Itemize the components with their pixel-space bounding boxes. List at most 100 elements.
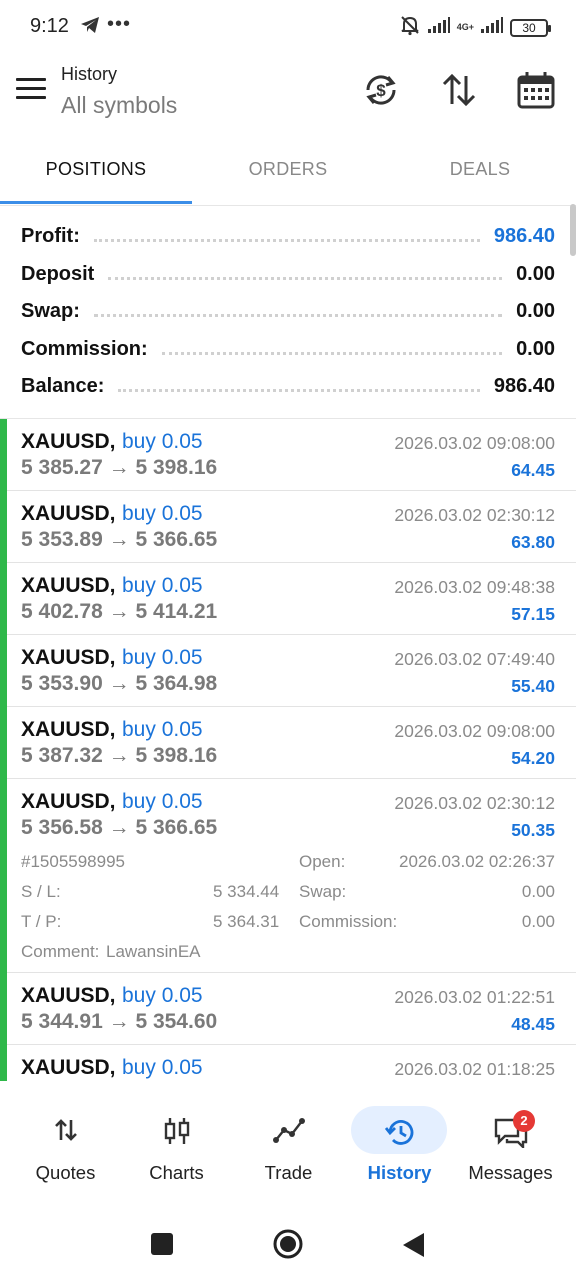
position-profit: 50.35 [511,820,555,840]
nav-messages[interactable]: Messages [453,1086,568,1201]
nav-label: History [367,1162,432,1183]
dotted-leader [161,351,503,355]
summary-value: 986.40 [493,225,555,248]
summary-balance: Balance: 986.40 [0,368,576,406]
symbol-filter[interactable]: All symbols [61,92,177,119]
summary-commission: Commission: 0.00 [0,331,576,369]
status-time: 9:12 [30,15,69,37]
position-row[interactable]: XAUUSD, buy 0.05 2026.03.02 01:18:25 [7,1045,576,1081]
nav-label: Messages [468,1162,553,1183]
tab-orders[interactable]: ORDERS [192,140,384,204]
position-symbol: XAUUSD, [21,646,116,669]
nav-charts[interactable]: Charts [119,1086,234,1201]
position-row[interactable]: XAUUSD, buy 0.05 5 353.90 → 5 364.98 202… [7,635,576,707]
position-profit: 55.40 [511,676,555,696]
recent-apps-button[interactable] [150,1233,174,1260]
history-icon [384,1116,416,1153]
position-symbol: XAUUSD, [21,790,116,813]
position-profit: 48.45 [511,1014,555,1034]
position-side: buy 0.05 [122,718,203,741]
quotes-icon [52,1116,80,1149]
network-type: 4G+ [456,22,474,32]
svg-text:$: $ [376,81,386,100]
position-profit: 54.20 [511,748,555,768]
detail-label: S / L: [21,882,61,901]
position-row[interactable]: XAUUSD, buy 0.05 5 344.91 → 5 354.60 202… [7,973,576,1045]
position-row[interactable]: XAUUSD, buy 0.05 5 385.27 → 5 398.16 202… [7,419,576,491]
position-prices: 5 387.32 → 5 398.16 [21,744,218,767]
position-time: 2026.03.02 01:18:25 [394,1059,555,1079]
nav-trade[interactable]: Trade [231,1086,346,1201]
tab-positions[interactable]: POSITIONS [0,140,192,204]
calendar-icon[interactable] [516,70,556,110]
detail-comment: LawansinEA [106,942,201,961]
position-symbol: XAUUSD, [21,984,116,1007]
detail-commission: 0.00 [521,912,555,931]
position-symbol: XAUUSD, [21,574,116,597]
position-time: 2026.03.02 02:30:12 [394,793,555,813]
position-prices: 5 402.78 → 5 414.21 [21,600,218,623]
detail-label: Comment: [21,942,100,961]
currency-exchange-icon[interactable]: $ [361,70,401,110]
nav-quotes[interactable]: Quotes [8,1086,123,1201]
status-bar: 9:12 ••• 4G+ 30 [0,0,576,52]
nav-label: Quotes [35,1162,96,1183]
position-time: 2026.03.02 09:08:00 [394,433,555,453]
position-symbol: XAUUSD, [21,502,116,525]
detail-label: Commission: [299,912,398,931]
signal-icon [427,16,451,39]
bell-muted-icon [399,14,421,41]
dotted-leader [93,239,480,243]
home-button[interactable] [272,1228,304,1265]
charts-icon [163,1116,191,1151]
detail-label: T / P: [21,912,62,931]
dotted-leader [108,276,503,280]
dotted-leader [93,314,503,318]
position-symbol: XAUUSD, [21,718,116,741]
position-time: 2026.03.02 09:08:00 [394,721,555,741]
position-row-expanded[interactable]: XAUUSD, buy 0.05 5 356.58 → 5 366.65 202… [7,779,576,973]
summary-swap: Swap: 0.00 [0,293,576,331]
summary-label: Deposit [21,262,95,285]
positions-list[interactable]: XAUUSD, buy 0.05 5 385.27 → 5 398.16 202… [0,418,576,1081]
system-navigation [0,1200,576,1280]
back-button[interactable] [401,1232,425,1263]
position-row[interactable]: XAUUSD, buy 0.05 5 353.89 → 5 366.65 202… [7,491,576,563]
page-title: History [61,64,118,84]
position-time: 2026.03.02 09:48:38 [394,577,555,597]
summary-label: Balance: [21,375,105,398]
summary-label: Profit: [21,225,80,248]
position-side: buy 0.05 [122,790,203,813]
trade-icon [272,1116,305,1149]
detail-swap: 0.00 [521,882,555,901]
summary-profit: Profit: 986.40 [0,218,576,256]
position-prices: 5 344.91 → 5 354.60 [21,1010,218,1033]
detail-stop-loss: 5 334.44 [213,882,280,901]
detail-open-time: 2026.03.02 02:26:37 [399,852,555,871]
position-profit: 64.45 [511,460,555,480]
tab-deals[interactable]: DEALS [384,140,576,204]
summary-deposit: Deposit 0.00 [0,256,576,294]
bottom-navigation: Quotes Charts Trade History Messages [0,1086,576,1201]
nav-history[interactable]: History [342,1086,457,1201]
app-bar: History All symbols $ [0,52,576,132]
position-row[interactable]: XAUUSD, buy 0.05 5 387.32 → 5 398.16 202… [7,707,576,779]
tab-bar: POSITIONS ORDERS DEALS [0,140,576,206]
position-profit: 63.80 [511,532,555,552]
telegram-icon [80,16,100,39]
position-prices: 5 353.89 → 5 366.65 [21,528,218,551]
position-profit: 57.15 [511,604,555,624]
sort-icon[interactable] [439,70,479,110]
summary-label: Commission: [21,337,148,360]
messages-badge: 2 [513,1110,535,1132]
position-prices: 5 353.90 → 5 364.98 [21,672,218,695]
menu-icon[interactable] [16,78,46,104]
dotted-leader [118,389,480,393]
position-prices: 5 385.27 → 5 398.16 [21,456,218,479]
position-symbol: XAUUSD, [21,430,116,453]
position-ticket: #1505598995 [21,852,126,871]
position-row[interactable]: XAUUSD, buy 0.05 5 402.78 → 5 414.21 202… [7,563,576,635]
buy-indicator-bar [0,419,7,1081]
position-side: buy 0.05 [122,502,203,525]
position-symbol: XAUUSD, [21,1056,116,1079]
